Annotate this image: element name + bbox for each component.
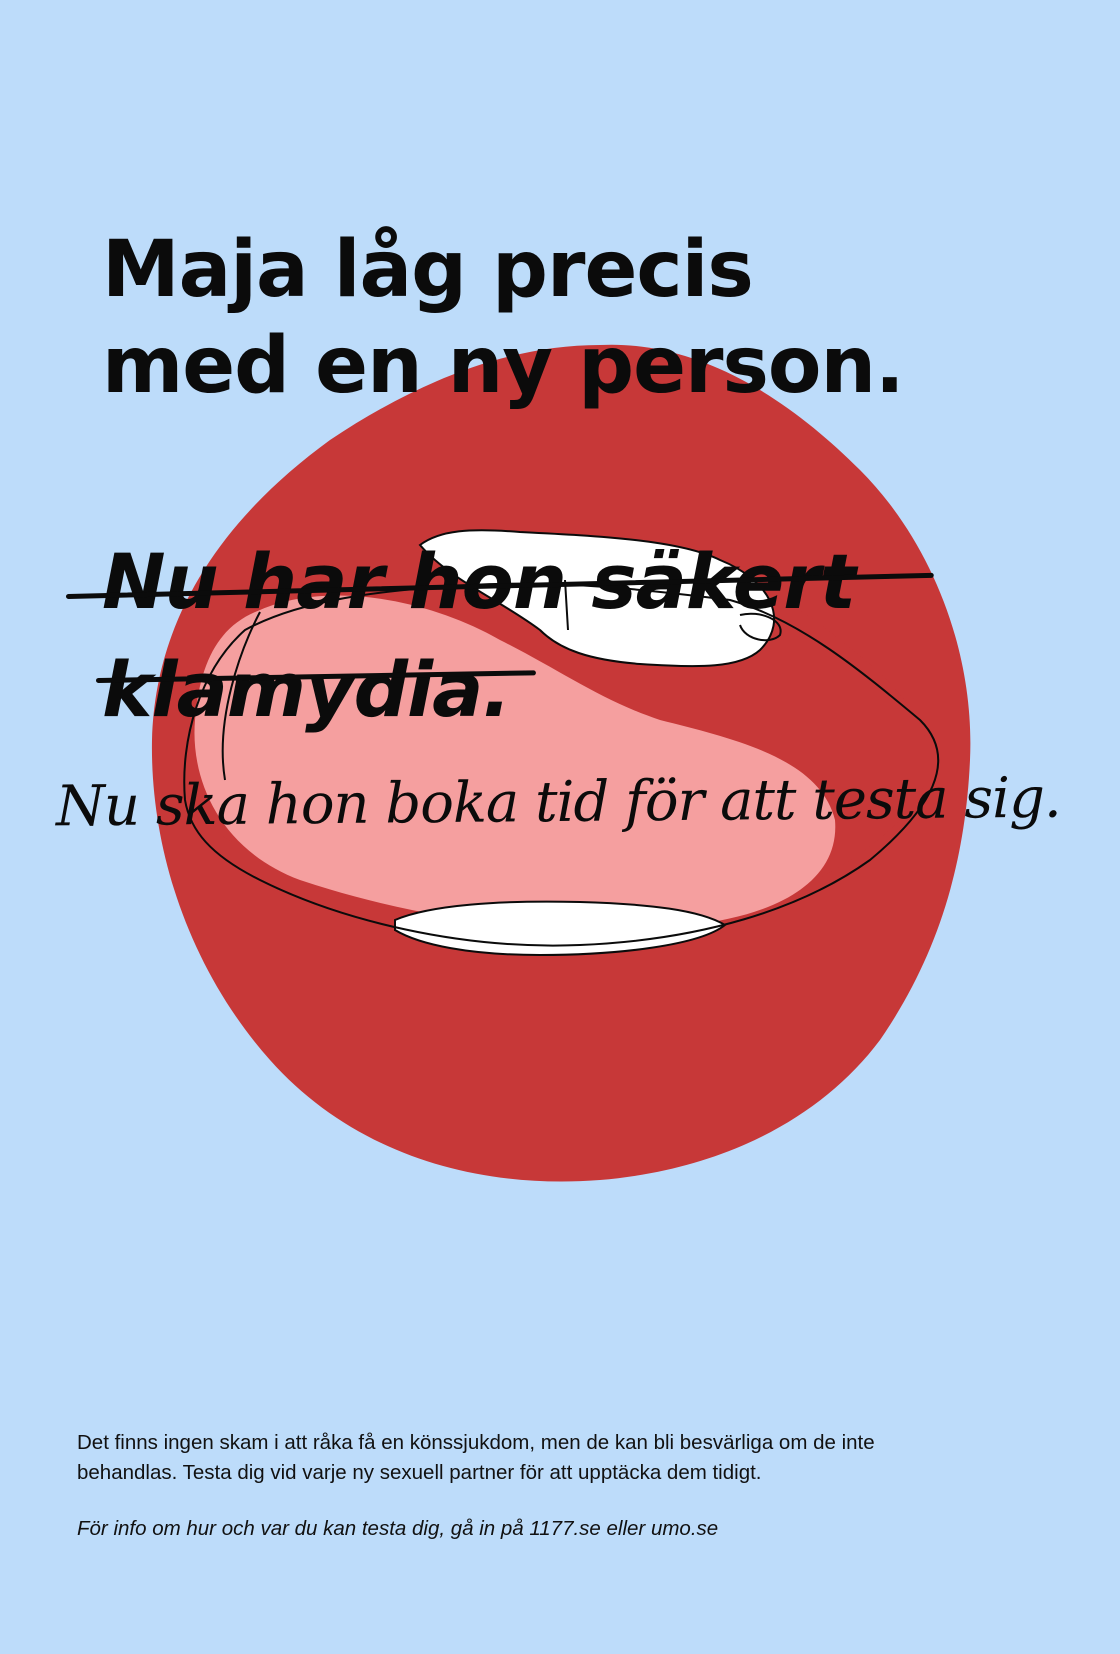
handwritten-text: Nu ska hon boka tid för att testa sig.: [55, 765, 1061, 840]
headline: Maja låg precis med en ny person.: [102, 222, 905, 414]
body-line-2: behandlas. Testa dig vid varje ny sexuel…: [77, 1461, 762, 1484]
info-text: För info om hur och var du kan testa dig…: [77, 1517, 719, 1540]
poster: Maja låg precis med en ny person. Nu har…: [0, 0, 1120, 1654]
struck-line-2: klamydia.: [102, 645, 511, 734]
headline-line-1: Maja låg precis: [102, 225, 754, 315]
struck-through-text: Nu har hon säkert klamydia.: [102, 528, 856, 744]
body-text: Det finns ingen skam i att råka få en kö…: [77, 1428, 1037, 1488]
headline-line-2: med en ny person.: [102, 321, 905, 411]
body-line-1: Det finns ingen skam i att råka få en kö…: [77, 1431, 875, 1454]
